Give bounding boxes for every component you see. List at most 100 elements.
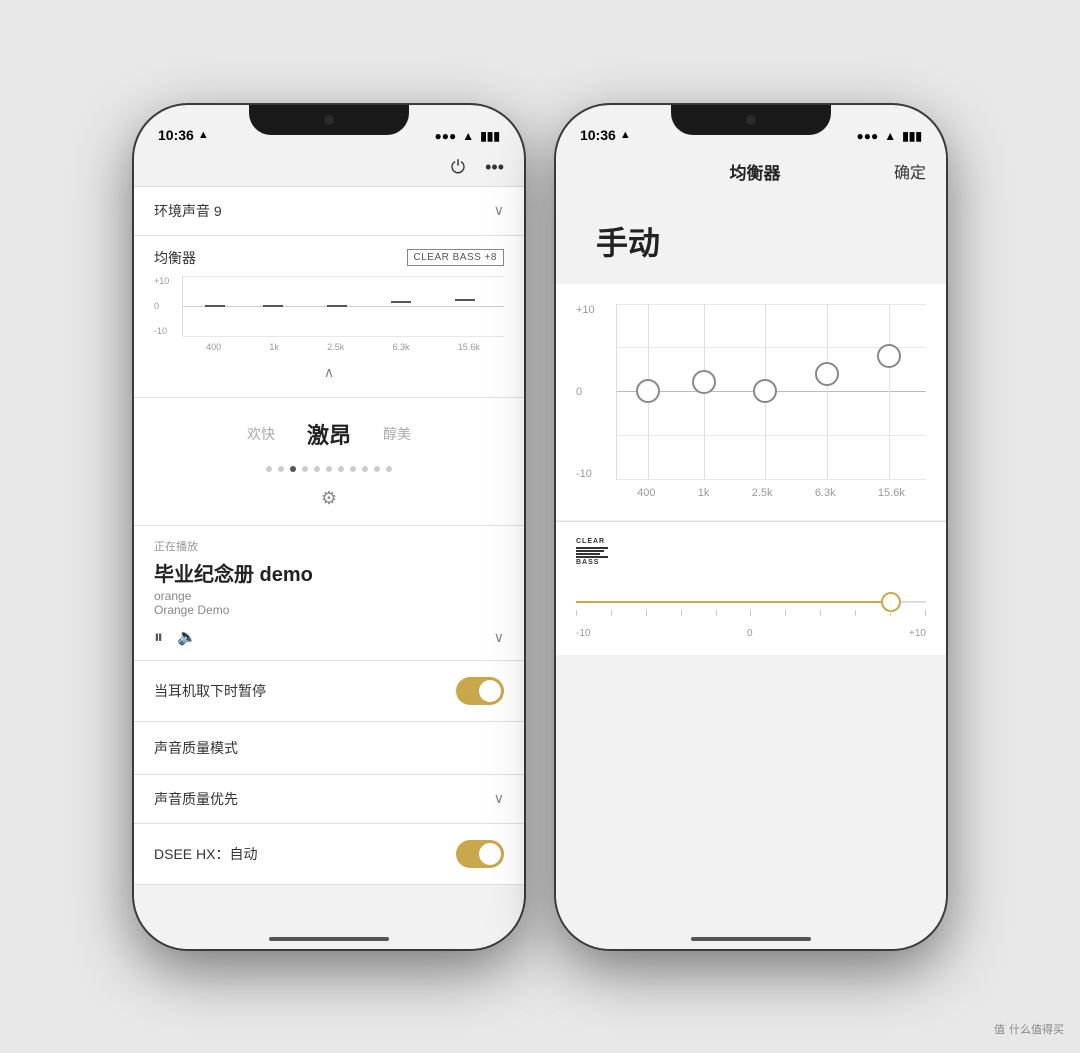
sound-quality-priority-row[interactable]: 声音质量优先 ∨ [134,775,524,824]
mini-eq-y-bot: -10 [154,326,182,336]
p2-preset-title: 手动 [556,194,946,284]
sound-quality-section: 声音质量模式 [134,722,524,775]
phone1-content: ⏻ ••• 环境声音 9 ∨ 均衡器 CLEAR BASS +8 +10 0 [134,149,524,949]
cb-label-min: -10 [576,628,590,639]
preset-jigang[interactable]: 激昂 [307,418,351,450]
full-eq-y-top: +10 [576,304,608,316]
full-eq-freqs: 400 1k 2.5k 6.3k 15.6k [616,482,926,504]
cb-tick-1 [611,610,612,616]
cb-tick-0 [576,610,577,616]
time-1: 10:36 [158,127,194,143]
eq-handle-2k5[interactable] [753,379,777,403]
cb-tick-4 [716,610,717,616]
headphone-pause-label: 当耳机取下时暂停 [154,681,266,701]
eq-handle-400[interactable] [636,379,660,403]
wifi-icon-2: ▲ [884,129,896,143]
clear-bass-badge[interactable]: CLEAR BASS +8 [407,249,504,266]
full-freq-15k6: 15.6k [878,487,905,499]
headphone-toggle-knob [479,680,501,702]
clear-bass-section: CLEAR BASS [556,521,946,655]
preset-kuaile[interactable]: 欢快 [247,424,275,444]
time-2: 10:36 [580,127,616,143]
sound-quality-label: 声音质量模式 [154,740,238,756]
dot-5 [314,466,320,472]
cb-tick-5 [750,610,751,616]
np-controls: ⏸ 🔈 ∨ [154,627,504,648]
freq-6k3-mini: 6.3k [392,342,409,352]
sound-quality-priority-label: 声音质量优先 [154,789,238,809]
mini-gridline-top [183,276,504,277]
eq-marker-6k3 [391,301,411,303]
full-eq-y-zero: 0 [576,386,608,398]
dot-4 [302,466,308,472]
full-freq-1k: 1k [698,487,710,499]
battery-icon-2: ▮▮▮ [902,129,922,143]
cb-header: CLEAR BASS [576,538,926,566]
cb-handle[interactable] [881,592,901,612]
mini-eq-freqs: 400 1k 2.5k 6.3k 15.6k [182,338,504,356]
dsee-toggle[interactable] [456,840,504,868]
signal-icon-1: ●●● [435,129,457,143]
freq-15k6-mini: 15.6k [458,342,480,352]
home-indicator-1 [269,937,389,941]
eq-handle-1k[interactable] [692,370,716,394]
eq-collapse-icon[interactable]: ∧ [324,364,334,381]
p1-header: ⏻ ••• [134,149,524,187]
cb-line-1 [576,547,608,549]
p2-confirm-button[interactable]: 确定 [894,159,926,183]
eq-expand-row: ∧ [154,360,504,385]
gear-icon[interactable]: ⚙ [321,488,337,509]
full-freq-400: 400 [637,487,655,499]
env-chevron-icon: ∨ [494,202,504,219]
full-eq-area [616,304,926,480]
dot-10 [374,466,380,472]
pause-icon[interactable]: ⏸ [154,627,163,648]
full-grid-75 [617,435,926,436]
mini-eq-y-mid: 0 [154,301,182,311]
eq-handle-6k3[interactable] [815,362,839,386]
clear-bass-lines [576,547,608,558]
cb-fill [576,601,891,603]
cb-tick-3 [681,610,682,616]
gear-row: ⚙ [134,480,524,517]
headphone-toggle[interactable] [456,677,504,705]
eq-handle-15k6[interactable] [877,344,901,368]
more-icon[interactable]: ••• [485,157,504,178]
dsee-section: DSEE HX：自动 [134,824,524,885]
cb-tick-10 [925,610,926,616]
cb-line-2 [576,550,604,552]
clear-bass-text-top: CLEAR [576,538,605,545]
dsee-label: DSEE HX：自动 [154,844,257,864]
np-label: 正在播放 [154,538,504,554]
phone-2-screen: 10:36 ▲ ●●● ▲ ▮▮▮ 均衡器 确定 手动 [556,105,946,949]
cb-tick-8 [855,610,856,616]
preset-scroll: 欢快 激昂 醇美 [134,410,524,458]
env-sound-row[interactable]: 环境声音 9 ∨ [134,187,524,236]
eq-header: 均衡器 CLEAR BASS +8 [154,248,504,268]
cb-tick-6 [785,610,786,616]
phone-1-screen: 10:36 ▲ ●●● ▲ ▮▮▮ ⏻ ••• 环境声音 9 ∨ [134,105,524,949]
cb-label-max: +10 [909,628,926,639]
full-vline-6k3 [827,304,828,479]
watermark-icon: 值 [994,1021,1005,1037]
eq-marker-2k5 [327,305,347,307]
camera-2 [746,115,756,125]
np-chevron-icon[interactable]: ∨ [494,629,504,646]
preset-chunmei[interactable]: 醇美 [383,424,411,444]
battery-icon-1: ▮▮▮ [480,129,500,143]
clear-bass-text-bot: BASS [576,559,599,566]
mini-gridline-bot [183,336,504,337]
dot-6 [326,466,332,472]
power-icon[interactable]: ⏻ [451,157,465,178]
np-left-controls: ⏸ 🔈 [154,627,197,648]
cb-slider-container [576,582,926,622]
mini-eq-area [182,276,504,336]
eq-marker-1k [263,305,283,307]
eq-marker-400 [205,305,225,307]
volume-icon[interactable]: 🔈 [177,627,197,647]
p2-nav: 均衡器 确定 [556,149,946,194]
dots-row [134,466,524,472]
np-artist: orange [154,589,504,603]
camera-1 [324,115,334,125]
home-indicator-2 [691,937,811,941]
